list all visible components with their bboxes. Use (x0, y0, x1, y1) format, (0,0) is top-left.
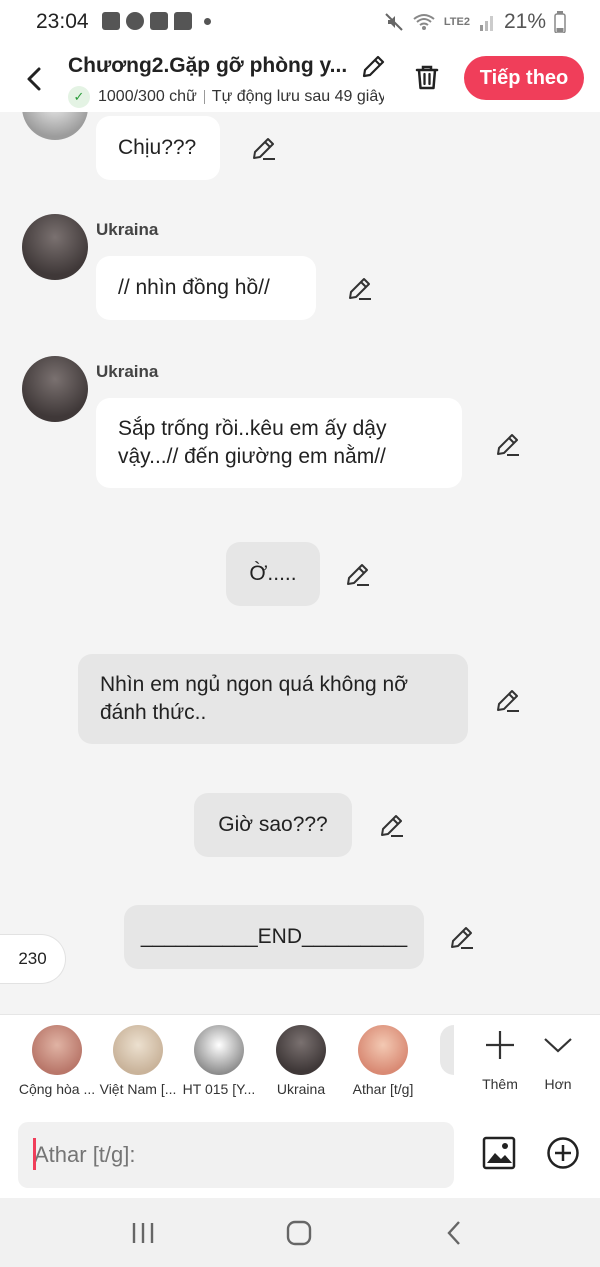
status-bar: 23:04 LTE2 21% (0, 0, 600, 48)
character-avatar (194, 1025, 244, 1075)
notification-icons (102, 12, 211, 30)
message-text: Nhìn em ngủ ngon quá không nỡ đánh thức.… (100, 673, 408, 724)
edit-message-icon[interactable] (494, 686, 522, 714)
character-name: Việt Nam [... (99, 1081, 177, 1097)
facebook-icon (150, 12, 168, 30)
edit-message-icon[interactable] (494, 430, 522, 458)
battery-icon (554, 11, 566, 33)
messenger-icon (126, 12, 144, 30)
character-avatar (113, 1025, 163, 1075)
narration-bubble[interactable]: Ờ..... (226, 542, 320, 606)
avatar[interactable] (22, 214, 88, 280)
character-avatar (358, 1025, 408, 1075)
character-item[interactable]: Ukraina (256, 1025, 346, 1097)
message-bubble[interactable]: Sắp trống rồi..kêu em ấy dậy vậy...// đế… (96, 398, 462, 488)
chat-icon (174, 12, 192, 30)
more-button[interactable]: Hơn (528, 1029, 588, 1092)
message-bubble[interactable]: Chịu??? (96, 116, 220, 180)
wifi-icon (413, 14, 435, 30)
check-icon: ✓ (68, 86, 90, 108)
back-icon[interactable] (440, 1218, 470, 1248)
text-cursor (33, 1138, 36, 1170)
signal-icon (479, 16, 493, 31)
avatar[interactable] (22, 356, 88, 422)
add-label: Thêm (482, 1076, 518, 1092)
character-name: Cộng hòa ... (18, 1081, 96, 1097)
narration-bubble[interactable]: Nhìn em ngủ ngon quá không nỡ đánh thức.… (78, 654, 468, 744)
mute-icon (385, 13, 403, 31)
message-text: Ờ..... (249, 562, 297, 585)
editor-header: Chương2.Gặp gỡ phòng y... ✓ 1000/300 chữ… (0, 48, 600, 112)
status-time: 23:04 (36, 10, 89, 33)
image-icon[interactable] (482, 1136, 516, 1170)
character-item[interactable]: Athar [t/g] (338, 1025, 428, 1097)
message-text: __________END_________ (140, 925, 408, 948)
narration-bubble[interactable]: Giờ sao??? (194, 793, 352, 857)
character-item[interactable]: Cộng hòa ... (12, 1025, 102, 1097)
autosave-status: Tự động lưu sau 49 giây (211, 88, 384, 105)
avatar[interactable] (22, 112, 88, 140)
character-item-partial[interactable] (440, 1025, 454, 1075)
plus-icon (486, 1031, 514, 1059)
character-avatar (32, 1025, 82, 1075)
edit-message-icon[interactable] (448, 923, 476, 951)
network-type-label: LTE2 (443, 16, 470, 28)
edit-message-icon[interactable] (378, 811, 406, 839)
add-circle-icon[interactable] (546, 1136, 580, 1170)
message-text: Giờ sao??? (218, 813, 328, 836)
system-icons: LTE2 21% (384, 10, 566, 34)
home-icon[interactable] (284, 1218, 314, 1248)
message-counter[interactable]: 230 (0, 934, 66, 984)
edit-message-icon[interactable] (250, 134, 278, 162)
next-button[interactable]: Tiếp theo (464, 56, 584, 100)
system-nav-bar (0, 1198, 600, 1267)
character-name: Athar [t/g] (352, 1081, 414, 1097)
character-name: HT 015 [Y... (182, 1081, 256, 1097)
message-text: Sắp trống rồi..kêu em ấy dậy vậy...// đế… (118, 417, 387, 468)
sender-name: Ukraina (96, 362, 159, 381)
character-avatar (276, 1025, 326, 1075)
more-notifications-icon (204, 18, 211, 25)
character-name: Ukraina (276, 1081, 326, 1097)
sender-name: Ukraina (96, 220, 159, 239)
message-input[interactable] (18, 1122, 454, 1188)
character-item[interactable]: Việt Nam [... (93, 1025, 183, 1097)
trash-icon[interactable] (412, 62, 442, 92)
chapter-meta: ✓ 1000/300 chữ Tự động lưu sau 49 giây (68, 86, 384, 108)
chat-area: Chịu??? Ukraina // nhìn đồng hồ// Ukrain… (0, 112, 600, 1012)
chevron-down-icon (544, 1038, 572, 1053)
edit-message-icon[interactable] (344, 560, 372, 588)
message-text: // nhìn đồng hồ// (118, 276, 270, 299)
facebook-icon (102, 12, 120, 30)
back-arrow-icon[interactable] (20, 64, 50, 94)
more-label: Hơn (544, 1076, 572, 1092)
word-count: 1000/300 chữ (98, 88, 197, 105)
character-bar: Cộng hòa ... Việt Nam [... HT 015 [Y... … (0, 1014, 600, 1112)
divider (203, 90, 205, 104)
character-item[interactable]: HT 015 [Y... (174, 1025, 264, 1097)
battery-percent: 21% (503, 10, 546, 33)
composer (0, 1112, 600, 1198)
message-bubble[interactable]: // nhìn đồng hồ// (96, 256, 316, 320)
edit-title-icon[interactable] (360, 54, 386, 80)
recent-apps-icon[interactable] (128, 1218, 158, 1248)
edit-message-icon[interactable] (346, 274, 374, 302)
add-character-button[interactable]: Thêm (470, 1029, 530, 1092)
chapter-title[interactable]: Chương2.Gặp gỡ phòng y... (68, 54, 358, 78)
message-text: Chịu??? (118, 136, 197, 159)
narration-bubble[interactable]: __________END_________ (124, 905, 424, 969)
